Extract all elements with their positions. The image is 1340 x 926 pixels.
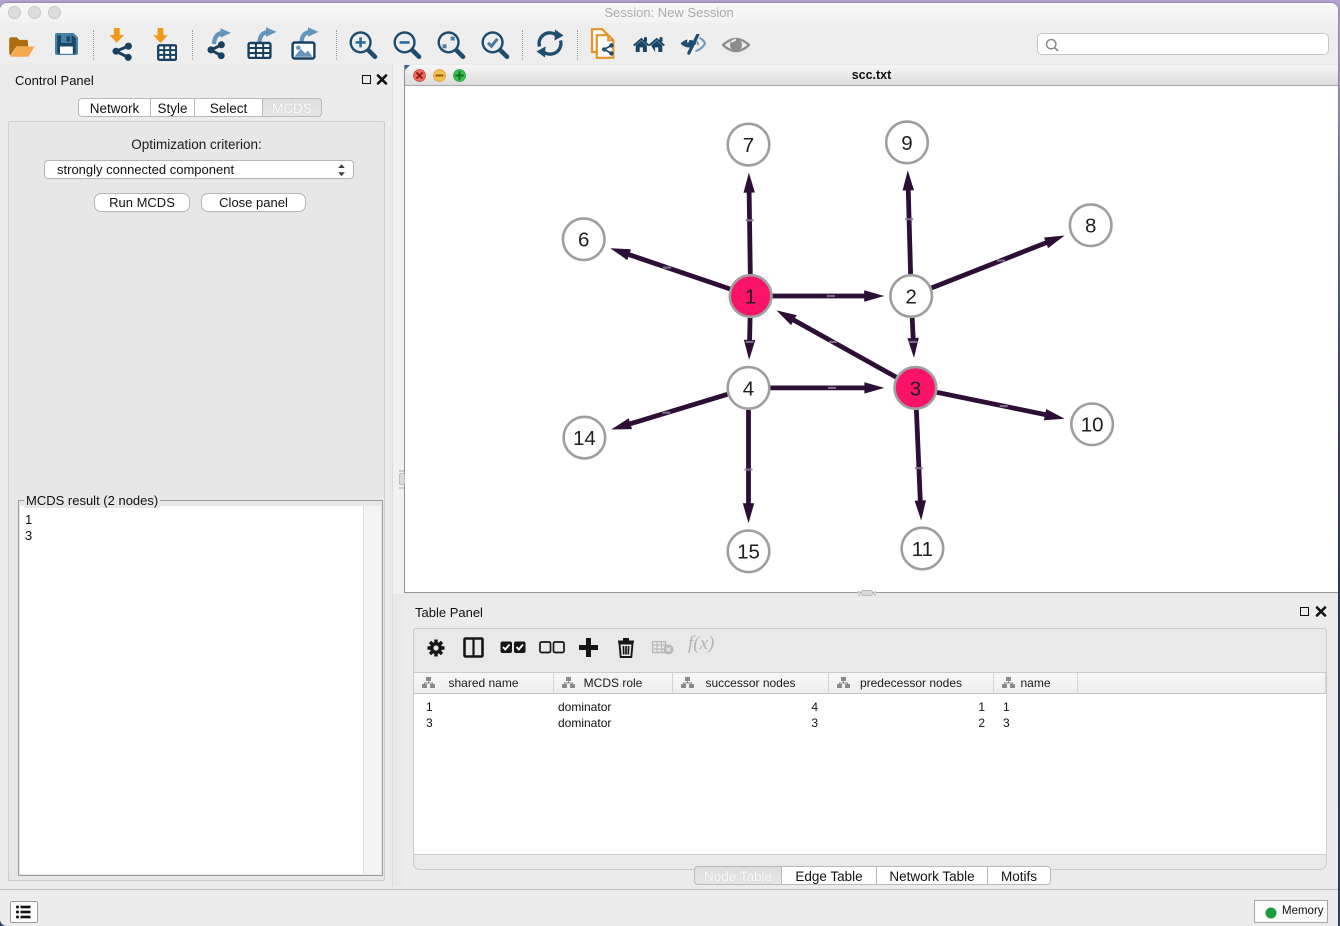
svg-text:7: 7 (743, 134, 754, 157)
svg-text:15: 15 (737, 541, 760, 564)
svg-text:11: 11 (912, 538, 933, 561)
svg-text:8: 8 (1085, 215, 1096, 238)
svg-text:6: 6 (578, 229, 589, 252)
svg-text:1: 1 (745, 285, 756, 308)
svg-text:4: 4 (743, 377, 754, 400)
svg-text:10: 10 (1081, 414, 1104, 437)
svg-text:3: 3 (910, 377, 921, 400)
svg-text:2: 2 (905, 285, 916, 308)
svg-text:9: 9 (901, 132, 912, 155)
svg-text:14: 14 (573, 427, 596, 450)
